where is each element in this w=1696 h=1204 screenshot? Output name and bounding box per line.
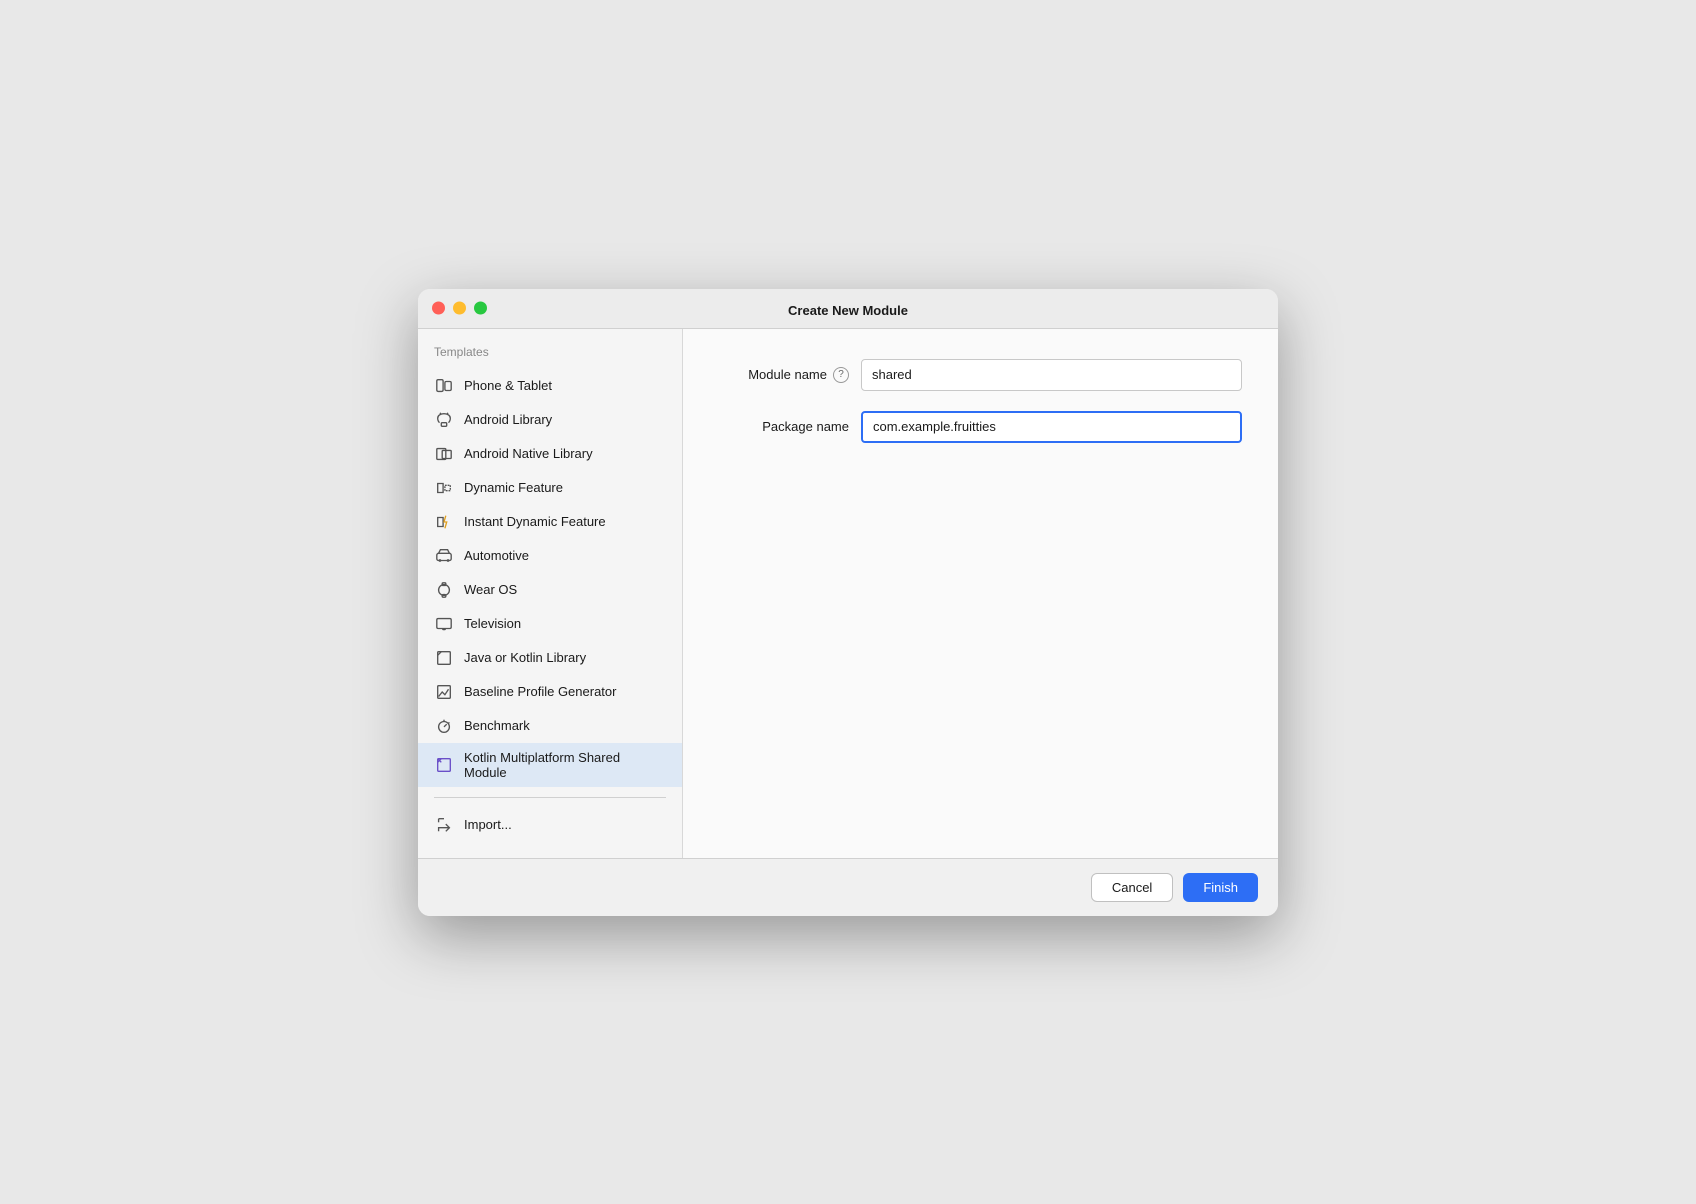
- sidebar-item-baseline-profile[interactable]: Baseline Profile Generator: [418, 675, 682, 709]
- sidebar-item-label: Phone & Tablet: [464, 378, 552, 393]
- java-kotlin-icon: [434, 648, 454, 668]
- finish-button[interactable]: Finish: [1183, 873, 1258, 902]
- sidebar-bottom: Import...: [418, 808, 682, 842]
- sidebar-item-phone-tablet[interactable]: Phone & Tablet: [418, 369, 682, 403]
- module-name-label: Module name ?: [719, 367, 849, 383]
- maximize-button[interactable]: [474, 302, 487, 315]
- sidebar-item-label: Android Library: [464, 412, 552, 427]
- sidebar-item-label: Instant Dynamic Feature: [464, 514, 606, 529]
- sidebar-item-benchmark[interactable]: Benchmark: [418, 709, 682, 743]
- sidebar-item-label: Television: [464, 616, 521, 631]
- sidebar-item-label: Import...: [464, 817, 512, 832]
- dialog-footer: Cancel Finish: [418, 858, 1278, 916]
- sidebar-item-label: Wear OS: [464, 582, 517, 597]
- dialog-body: Templates Phone & Tablet: [418, 329, 1278, 858]
- minimize-button[interactable]: [453, 302, 466, 315]
- dialog-title: Create New Module: [788, 303, 908, 318]
- sidebar-item-import[interactable]: Import...: [418, 808, 682, 842]
- benchmark-icon: [434, 716, 454, 736]
- sidebar-item-automotive[interactable]: Automotive: [418, 539, 682, 573]
- window-controls: [432, 302, 487, 315]
- kotlin-multiplatform-icon: [434, 755, 454, 775]
- sidebar-item-label: Automotive: [464, 548, 529, 563]
- title-bar: Create New Module: [418, 289, 1278, 329]
- import-icon: [434, 815, 454, 835]
- package-name-row: Package name: [719, 411, 1242, 443]
- sidebar-item-kotlin-multiplatform[interactable]: Kotlin Multiplatform Shared Module: [418, 743, 682, 787]
- sidebar-item-label: Java or Kotlin Library: [464, 650, 586, 665]
- sidebar-item-dynamic-feature[interactable]: Dynamic Feature: [418, 471, 682, 505]
- package-name-label: Package name: [719, 419, 849, 434]
- sidebar-item-android-native-library[interactable]: Android Native Library: [418, 437, 682, 471]
- sidebar-item-label: Dynamic Feature: [464, 480, 563, 495]
- sidebar-item-instant-dynamic-feature[interactable]: Instant Dynamic Feature: [418, 505, 682, 539]
- sidebar-item-label: Baseline Profile Generator: [464, 684, 616, 699]
- instant-dynamic-icon: [434, 512, 454, 532]
- sidebar-divider: [434, 797, 666, 798]
- phone-tablet-icon: [434, 376, 454, 396]
- android-native-icon: [434, 444, 454, 464]
- android-library-icon: [434, 410, 454, 430]
- sidebar-item-label: Benchmark: [464, 718, 530, 733]
- television-icon: [434, 614, 454, 634]
- sidebar-item-label: Kotlin Multiplatform Shared Module: [464, 750, 666, 780]
- close-button[interactable]: [432, 302, 445, 315]
- dynamic-feature-icon: [434, 478, 454, 498]
- module-name-help-icon[interactable]: ?: [833, 367, 849, 383]
- module-name-row: Module name ?: [719, 359, 1242, 391]
- main-content: Module name ? Package name: [683, 329, 1278, 858]
- sidebar-item-java-kotlin-library[interactable]: Java or Kotlin Library: [418, 641, 682, 675]
- create-new-module-dialog: Create New Module Templates Phone & Tabl…: [418, 289, 1278, 916]
- sidebar-item-android-library[interactable]: Android Library: [418, 403, 682, 437]
- sidebar-section-label: Templates: [418, 345, 682, 369]
- cancel-button[interactable]: Cancel: [1091, 873, 1173, 902]
- package-name-input[interactable]: [861, 411, 1242, 443]
- baseline-profile-icon: [434, 682, 454, 702]
- sidebar-item-television[interactable]: Television: [418, 607, 682, 641]
- sidebar: Templates Phone & Tablet: [418, 329, 683, 858]
- sidebar-item-label: Android Native Library: [464, 446, 593, 461]
- module-name-input[interactable]: [861, 359, 1242, 391]
- sidebar-item-wear-os[interactable]: Wear OS: [418, 573, 682, 607]
- wear-os-icon: [434, 580, 454, 600]
- automotive-icon: [434, 546, 454, 566]
